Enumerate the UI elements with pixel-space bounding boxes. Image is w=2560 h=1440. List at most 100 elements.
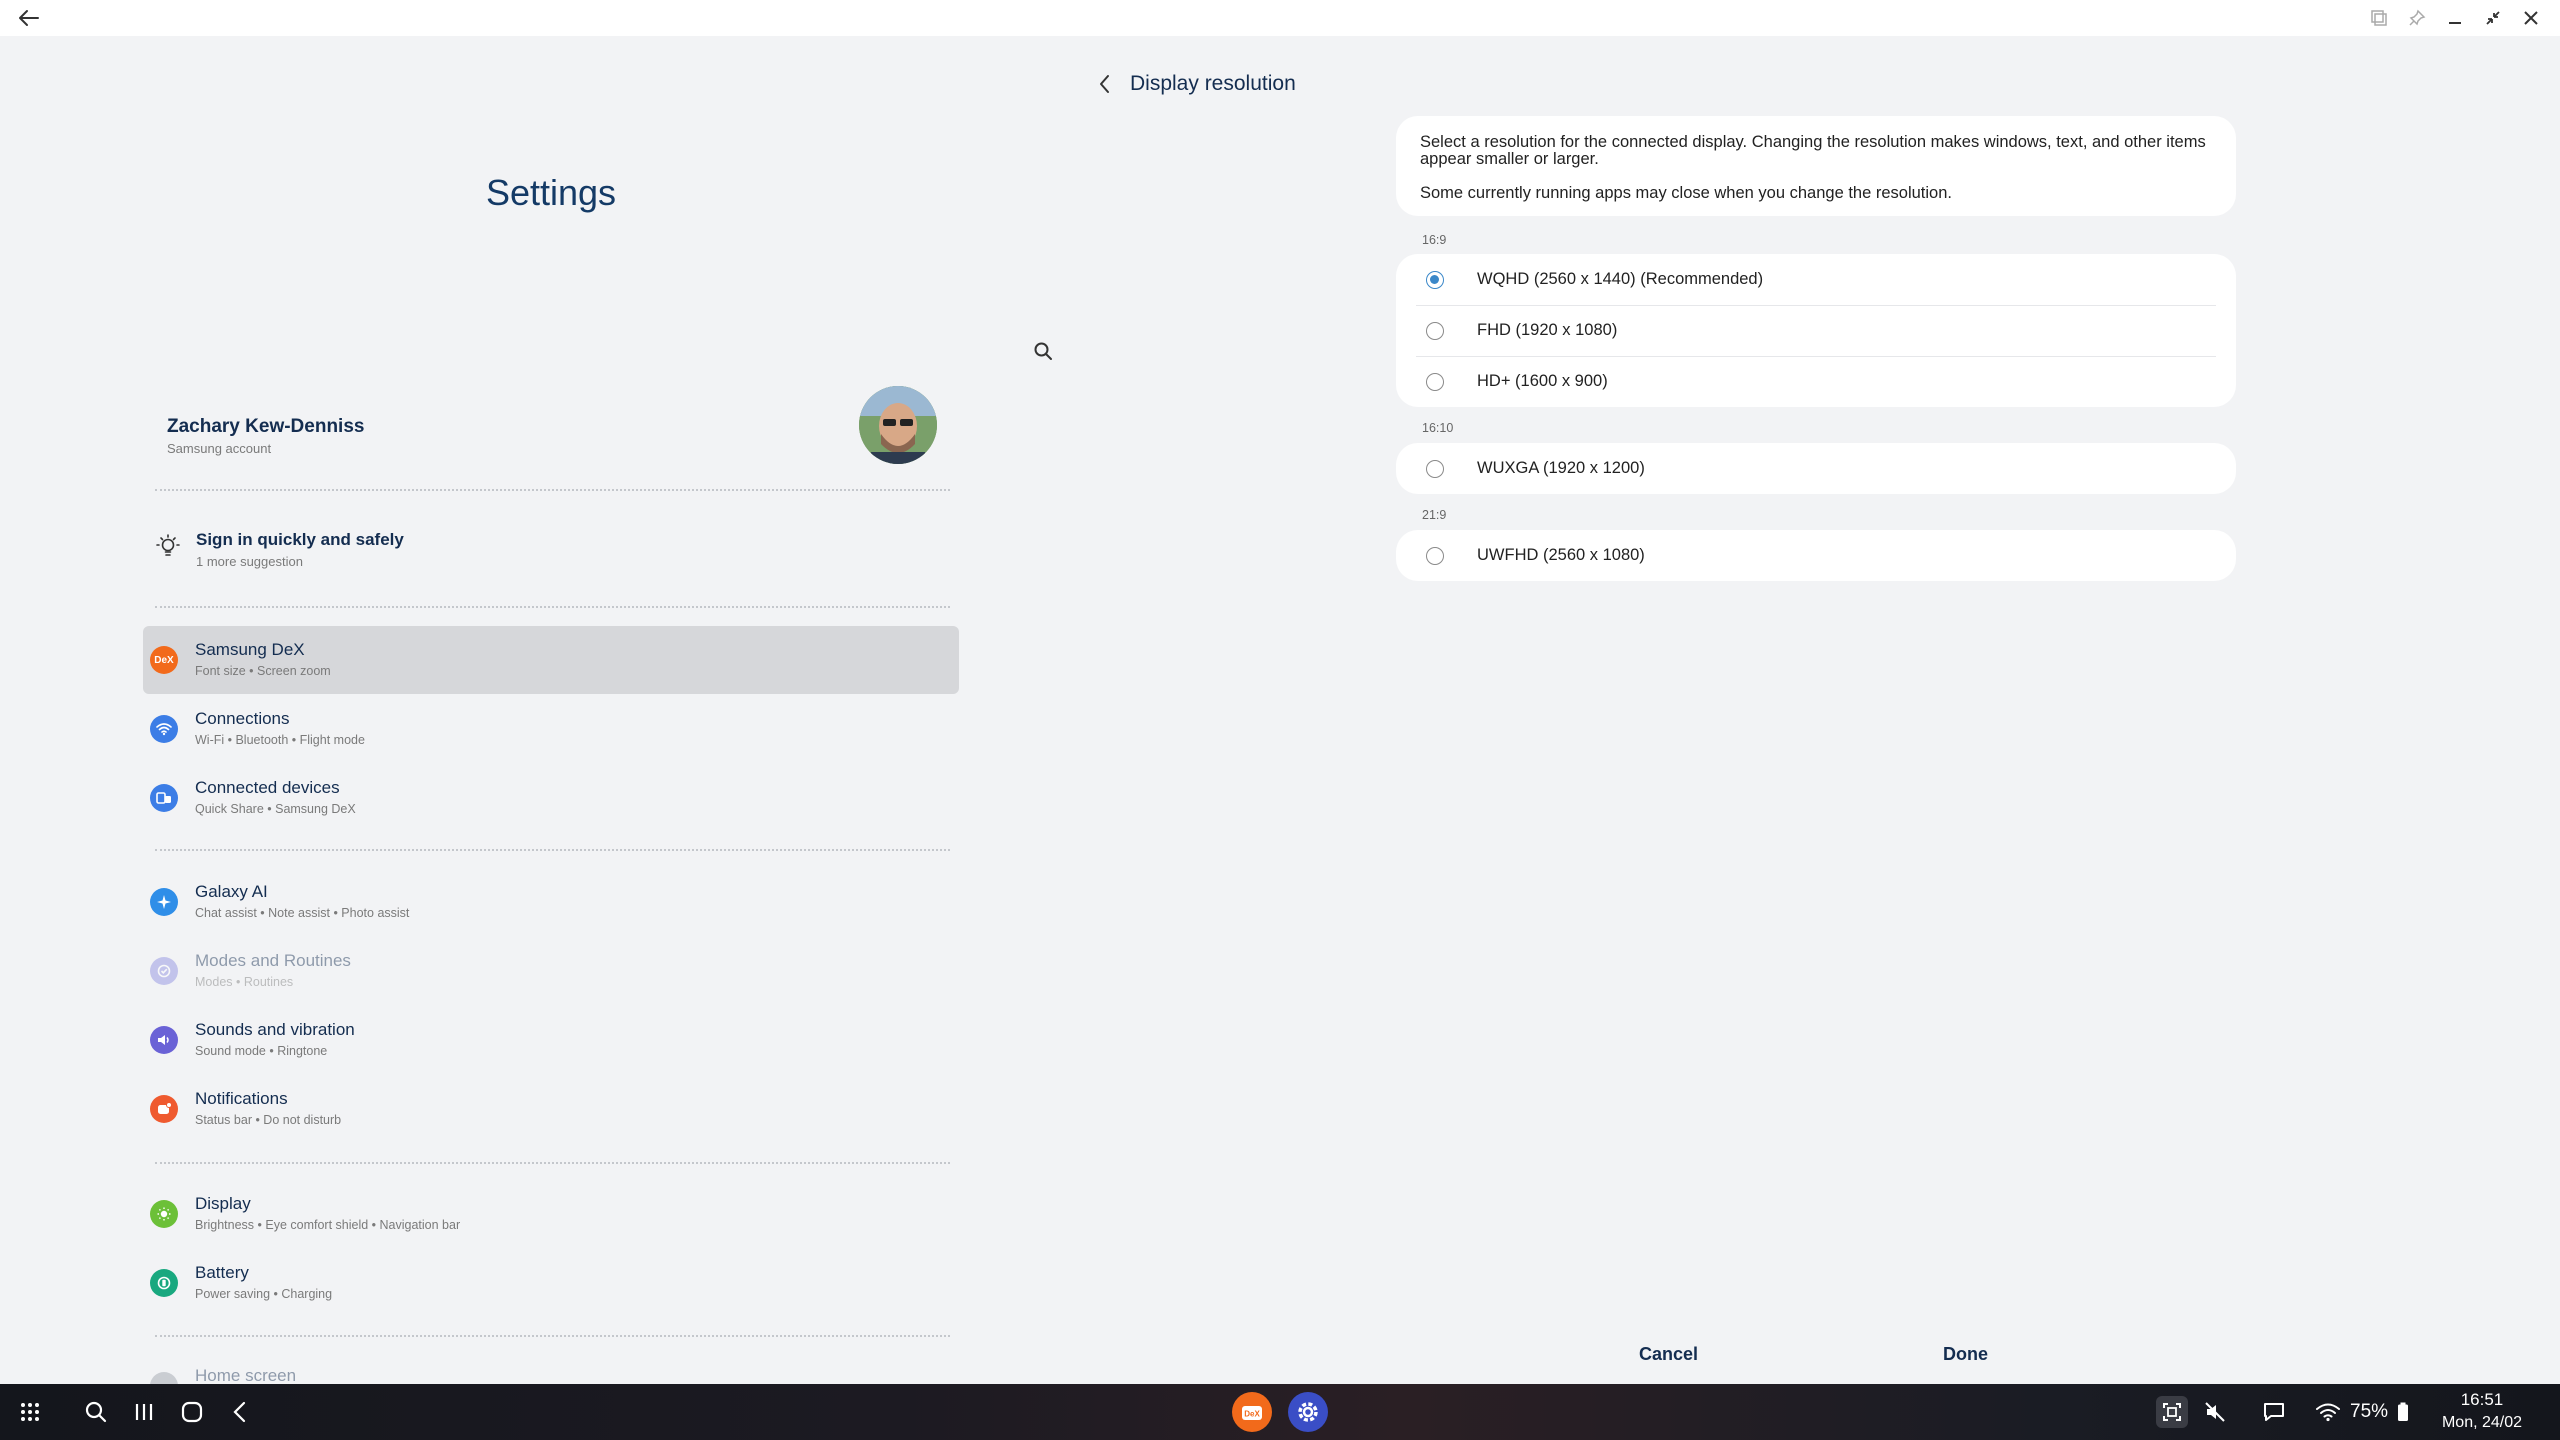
resolution-option-wqhd[interactable]: WQHD (2560 x 1440) (Recommended) xyxy=(1396,254,2236,305)
resolution-option-label: WQHD (2560 x 1440) (Recommended) xyxy=(1477,270,1764,288)
window-controls xyxy=(2364,4,2546,32)
nav-item-subtitle: Brightness • Eye comfort shield • Naviga… xyxy=(195,1218,461,1232)
back-icon[interactable] xyxy=(224,1396,256,1428)
settings-title: Settings xyxy=(485,172,617,213)
resolution-group-16-10: WUXGA (1920 x 1200) xyxy=(1396,443,2236,494)
notifications-icon xyxy=(150,1095,178,1123)
minimize-icon[interactable] xyxy=(2440,4,2470,32)
suggestion-subtitle: 1 more suggestion xyxy=(196,554,303,569)
divider xyxy=(155,489,950,491)
screen-capture-icon[interactable] xyxy=(2156,1396,2188,1428)
nav-item-connections[interactable]: Connections Wi-Fi • Bluetooth • Flight m… xyxy=(143,695,959,763)
nav-item-notifications[interactable]: Notifications Status bar • Do not distur… xyxy=(143,1075,959,1143)
nav-item-subtitle: Chat assist • Note assist • Photo assist xyxy=(195,906,410,920)
nav-item-modes-and-routines[interactable]: Modes and Routines Modes • Routines xyxy=(143,937,959,1005)
radio-button[interactable] xyxy=(1426,373,1444,391)
settings-app-icon[interactable] xyxy=(1288,1392,1328,1432)
divider xyxy=(155,606,950,608)
nav-item-subtitle: Wi-Fi • Bluetooth • Flight mode xyxy=(195,733,365,747)
dex-icon: DeX xyxy=(150,646,178,674)
resolution-option-fhd[interactable]: FHD (1920 x 1080) xyxy=(1396,305,2236,356)
resolution-header: Display resolution xyxy=(1090,68,1296,100)
resolution-group-16-9: WQHD (2560 x 1440) (Recommended) FHD (19… xyxy=(1396,254,2236,407)
nav-item-title: Modes and Routines xyxy=(195,951,351,970)
brightness-icon xyxy=(150,1200,178,1228)
connected-devices-icon xyxy=(150,784,178,812)
home-icon[interactable] xyxy=(176,1396,208,1428)
radio-button[interactable] xyxy=(1426,460,1444,478)
nav-item-subtitle: Modes • Routines xyxy=(195,975,294,989)
nav-item-display[interactable]: Display Brightness • Eye comfort shield … xyxy=(143,1180,959,1248)
nav-item-title: Notifications xyxy=(195,1089,288,1108)
group-label-16-9: 16:9 xyxy=(1422,233,1447,247)
clock[interactable]: 16:51 Mon, 24/02 xyxy=(2432,1390,2532,1432)
resolution-title: Display resolution xyxy=(1130,72,1296,95)
nav-item-title: Connected devices xyxy=(195,778,340,797)
avatar[interactable] xyxy=(859,386,937,464)
resolution-warning: Some currently running apps may close wh… xyxy=(1420,184,1952,202)
nav-item-battery[interactable]: Battery Power saving • Charging xyxy=(143,1249,959,1317)
speaker-icon xyxy=(150,1026,178,1054)
nav-item-subtitle: Power saving • Charging xyxy=(195,1287,333,1301)
snap-window-icon[interactable] xyxy=(2364,4,2394,32)
mute-icon[interactable] xyxy=(2200,1396,2232,1428)
restore-window-icon[interactable] xyxy=(2478,4,2508,32)
pin-icon[interactable] xyxy=(2402,4,2432,32)
clock-time: 16:51 xyxy=(2460,1390,2504,1409)
suggestion-item[interactable]: Sign in quickly and safely 1 more sugges… xyxy=(143,520,959,582)
chevron-left-icon[interactable] xyxy=(1090,69,1120,99)
divider xyxy=(155,849,950,851)
recent-apps-icon[interactable] xyxy=(128,1396,160,1428)
close-icon[interactable] xyxy=(2516,4,2546,32)
radio-button[interactable] xyxy=(1426,322,1444,340)
samsung-dex-app-icon[interactable]: DeX xyxy=(1232,1392,1272,1432)
radio-button-selected[interactable] xyxy=(1426,271,1444,289)
nav-item-title: Sounds and vibration xyxy=(195,1020,355,1039)
group-label-16-10: 16:10 xyxy=(1422,421,1454,435)
cancel-button[interactable]: Cancel xyxy=(1639,1344,1698,1365)
done-button[interactable]: Done xyxy=(1943,1344,1988,1365)
nav-item-connected-devices[interactable]: Connected devices Quick Share • Samsung … xyxy=(143,764,959,832)
galaxy-ai-icon xyxy=(150,888,178,916)
resolution-option-uwfhd[interactable]: UWFHD (2560 x 1080) xyxy=(1396,530,2236,581)
nav-item-subtitle: Font size • Screen zoom xyxy=(195,664,331,678)
nav-item-galaxy-ai[interactable]: Galaxy AI Chat assist • Note assist • Ph… xyxy=(143,868,959,936)
nav-item-sounds-and-vibration[interactable]: Sounds and vibration Sound mode • Ringto… xyxy=(143,1006,959,1074)
resolution-option-label: UWFHD (2560 x 1080) xyxy=(1477,546,1645,564)
resolution-option-label: WUXGA (1920 x 1200) xyxy=(1477,459,1645,477)
app-grid-icon[interactable] xyxy=(14,1396,46,1428)
notification-panel-icon[interactable] xyxy=(2258,1396,2290,1428)
clock-date: Mon, 24/02 xyxy=(2441,1414,2523,1431)
back-arrow-icon[interactable] xyxy=(14,4,44,32)
divider xyxy=(155,1162,950,1164)
search-icon[interactable] xyxy=(80,1396,112,1428)
home-screen-icon xyxy=(150,1372,178,1384)
wifi-icon xyxy=(150,715,178,743)
battery-percentage: 75% xyxy=(2350,1401,2389,1422)
account-subtitle: Samsung account xyxy=(167,441,272,456)
nav-item-title: Connections xyxy=(195,709,290,728)
resolution-description-card: Select a resolution for the connected di… xyxy=(1396,116,2236,216)
nav-item-title: Display xyxy=(195,1194,251,1213)
resolution-description: Select a resolution for the connected di… xyxy=(1420,133,2206,168)
resolution-option-wuxga[interactable]: WUXGA (1920 x 1200) xyxy=(1396,443,2236,494)
dex-app-label: DeX xyxy=(1244,1410,1260,1419)
resolution-option-hd-plus[interactable]: HD+ (1600 x 900) xyxy=(1396,356,2236,407)
nav-item-title: Galaxy AI xyxy=(195,882,268,901)
nav-item-samsung-dex[interactable]: DeX Samsung DeX Font size • Screen zoom xyxy=(143,626,959,694)
nav-item-title: Battery xyxy=(195,1263,249,1282)
group-label-21-9: 21:9 xyxy=(1422,508,1447,522)
resolution-option-label: HD+ (1600 x 900) xyxy=(1477,372,1608,390)
nav-item-subtitle: Quick Share • Samsung DeX xyxy=(195,802,356,816)
account-name: Zachary Kew-Denniss xyxy=(167,416,365,437)
account-card[interactable]: Zachary Kew-Denniss Samsung account xyxy=(143,380,959,480)
wifi-icon[interactable] xyxy=(2312,1396,2344,1428)
nav-item-home-screen[interactable]: Home screen xyxy=(143,1352,959,1384)
nav-item-title: Home screen xyxy=(195,1366,297,1384)
resolution-option-label: FHD (1920 x 1080) xyxy=(1477,321,1618,339)
resolution-group-21-9: UWFHD (2560 x 1080) xyxy=(1396,530,2236,581)
radio-button[interactable] xyxy=(1426,547,1444,565)
search-icon[interactable] xyxy=(1028,336,1058,366)
divider xyxy=(155,1335,950,1337)
window-title-bar xyxy=(0,0,2560,36)
